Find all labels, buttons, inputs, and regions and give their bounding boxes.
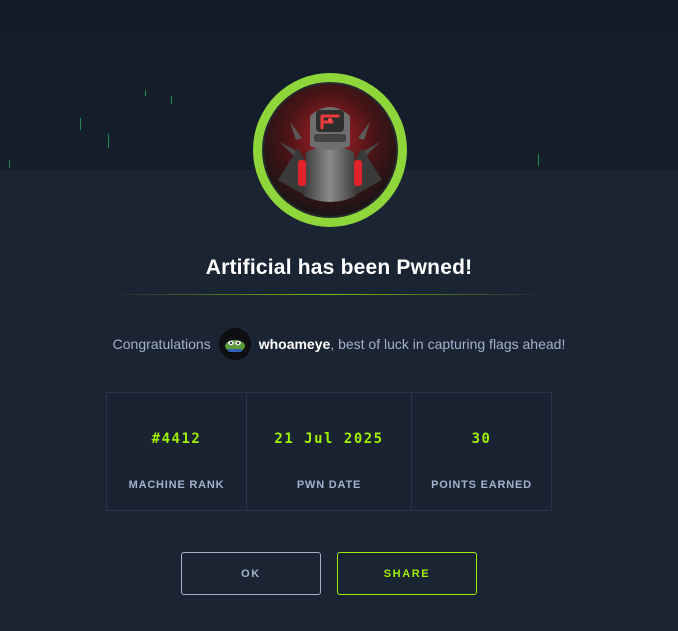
stat-label: MACHINE RANK <box>128 479 225 491</box>
stat-points-earned: 30 POINTS EARNED <box>411 393 551 510</box>
pwned-modal: Artificial has been Pwned! Congratulatio… <box>0 0 678 631</box>
username: whoameye <box>258 336 331 352</box>
congrats-prefix: Congratulations <box>112 336 211 352</box>
matrix-rain-line <box>80 118 81 130</box>
user-avatar-icon <box>218 328 251 360</box>
stat-label: PWN DATE <box>296 479 362 491</box>
matrix-rain-line <box>9 160 10 168</box>
matrix-rain-line <box>538 154 539 166</box>
congrats-message: Congratulations whoameye , best of luck … <box>0 328 678 360</box>
ok-button[interactable]: OK <box>181 552 321 595</box>
matrix-rain-line <box>145 90 146 96</box>
stat-value: #4412 <box>151 431 202 447</box>
machine-badge-icon <box>250 70 410 230</box>
title-divider <box>108 294 548 295</box>
stats-panel: #4412 MACHINE RANK 21 Jul 2025 PWN DATE … <box>106 392 552 511</box>
stat-pwn-date: 21 Jul 2025 PWN DATE <box>246 393 411 510</box>
congrats-suffix: , best of luck in capturing flags ahead! <box>330 336 566 352</box>
matrix-rain-line <box>171 96 172 104</box>
stat-value: 21 Jul 2025 <box>274 431 384 447</box>
modal-title: Artificial has been Pwned! <box>205 256 473 279</box>
stat-value: 30 <box>471 431 492 447</box>
stat-machine-rank: #4412 MACHINE RANK <box>107 393 246 510</box>
matrix-rain-line <box>108 134 109 148</box>
share-button[interactable]: SHARE <box>337 552 477 595</box>
stat-label: POINTS EARNED <box>431 479 532 491</box>
